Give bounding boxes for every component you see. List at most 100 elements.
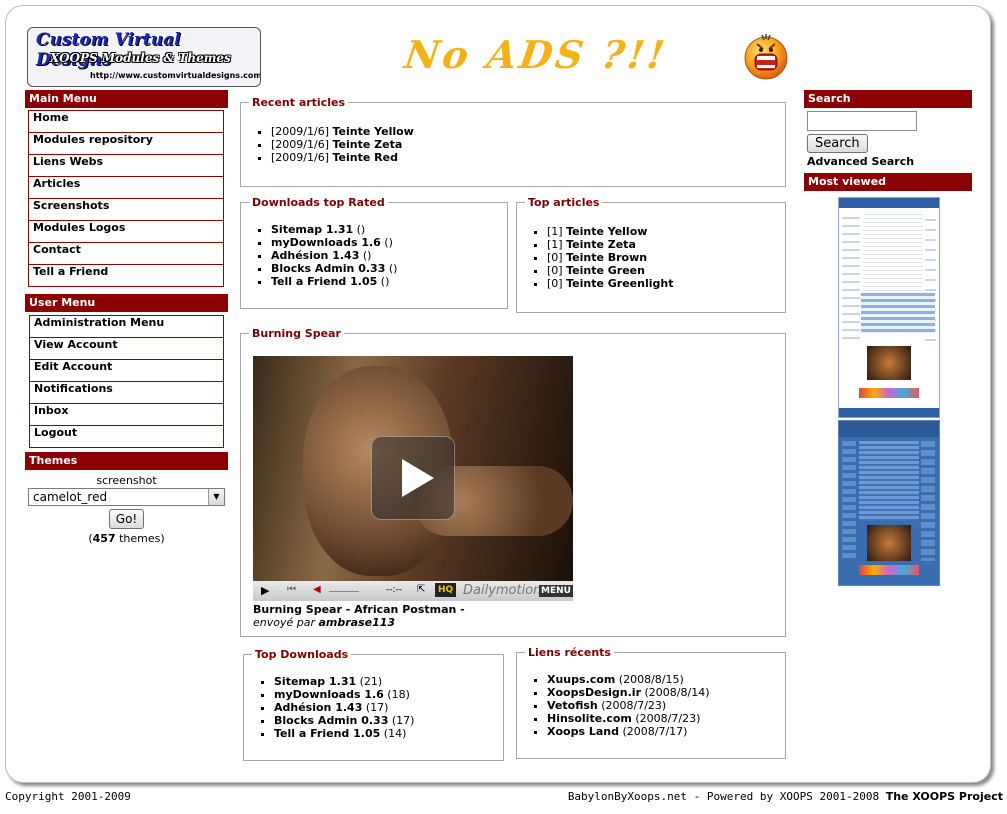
most-viewed-title: Most viewed xyxy=(804,173,972,191)
list-item[interactable]: [2009/1/6] Teinte Red xyxy=(271,151,785,164)
main-menu-item-modules-repository[interactable]: Modules repository xyxy=(29,132,223,154)
site-logo[interactable]: Custom Virtual Designs XOOPS Modules & T… xyxy=(27,27,261,87)
main-menu-item-contact[interactable]: Contact xyxy=(29,242,223,264)
video-sent-by: envoyé par ambrase113 xyxy=(253,616,395,629)
most-viewed-thumbnail-1[interactable] xyxy=(838,197,940,418)
list-item[interactable]: myDownloads 1.6 (18) xyxy=(274,688,503,701)
download-link[interactable]: Blocks Admin 0.33 xyxy=(271,262,385,275)
article-link[interactable]: Teinte Greenlight xyxy=(566,277,673,290)
main-menu-item-home[interactable]: Home xyxy=(29,110,223,132)
video-player[interactable]: ▶ ⏮ ◀ --:-- ⇱ HQ Dailymotion MENU xyxy=(253,356,573,601)
main-menu-item-liens-webs[interactable]: Liens Webs xyxy=(29,154,223,176)
link-date: (2008/7/17) xyxy=(618,725,688,738)
list-item[interactable]: [1] Teinte Yellow xyxy=(547,225,785,238)
article-link[interactable]: Teinte Brown xyxy=(566,251,647,264)
user-menu-item-notifications[interactable]: Notifications xyxy=(30,381,223,403)
main-menu-item-tell-a-friend[interactable]: Tell a Friend xyxy=(29,264,223,286)
main-menu-item-articles[interactable]: Articles xyxy=(29,176,223,198)
article-link[interactable]: Teinte Yellow xyxy=(566,225,647,238)
user-menu-list: Administration Menu View Account Edit Ac… xyxy=(29,315,224,448)
list-item[interactable]: [0] Teinte Brown xyxy=(547,251,785,264)
user-menu-item-administration[interactable]: Administration Menu xyxy=(30,315,223,337)
link-name[interactable]: Hinsolite.com xyxy=(547,712,632,725)
link-name[interactable]: XoopsDesign.ir xyxy=(547,686,641,699)
theme-go-button[interactable]: Go! xyxy=(108,509,145,529)
list-item[interactable]: Xuups.com (2008/8/15) xyxy=(547,673,785,686)
sent-by-user-link[interactable]: ambrase113 xyxy=(319,616,396,629)
link-date: (2008/8/15) xyxy=(615,673,684,686)
user-menu-item-inbox[interactable]: Inbox xyxy=(30,403,223,425)
main-menu-item-screenshots[interactable]: Screenshots xyxy=(29,198,223,220)
dailymotion-logo[interactable]: Dailymotion xyxy=(463,583,541,598)
article-link[interactable]: Teinte Zeta xyxy=(566,238,636,251)
download-link[interactable]: Tell a Friend 1.05 xyxy=(274,727,380,740)
previous-icon[interactable]: ⏮ xyxy=(287,584,296,595)
video-title-link[interactable]: Burning Spear - African Postman - xyxy=(253,603,465,616)
top-downloads-block: Top Downloads Sitemap 1.31 (21) myDownlo… xyxy=(243,648,504,761)
search-button[interactable]: Search xyxy=(807,134,868,153)
volume-slider[interactable] xyxy=(329,591,359,592)
download-rating: () xyxy=(380,236,393,249)
list-item[interactable]: Hinsolite.com (2008/7/23) xyxy=(547,712,785,725)
list-item[interactable]: [0] Teinte Greenlight xyxy=(547,277,785,290)
volume-icon[interactable]: ◀ xyxy=(313,584,321,595)
list-item[interactable]: Tell a Friend 1.05 (14) xyxy=(274,727,503,740)
list-item[interactable]: [2009/1/6] Teinte Yellow xyxy=(271,125,785,138)
main-menu-item-modules-logos[interactable]: Modules Logos xyxy=(29,220,223,242)
most-viewed-thumbnail-2[interactable] xyxy=(838,420,940,586)
link-name[interactable]: Vetofish xyxy=(547,699,598,712)
search-block: Search Search Advanced Search xyxy=(804,90,972,168)
user-menu-item-edit-account[interactable]: Edit Account xyxy=(30,359,223,381)
advanced-search-link[interactable]: Advanced Search xyxy=(807,155,972,168)
article-link[interactable]: Teinte Zeta xyxy=(333,138,403,151)
list-item[interactable]: myDownloads 1.6 () xyxy=(271,236,507,249)
hq-button[interactable]: HQ xyxy=(435,583,457,597)
chevron-down-icon[interactable]: ▼ xyxy=(208,489,224,505)
footer-copyright: Copyright 2001-2009 xyxy=(5,790,131,803)
list-item[interactable]: Sitemap 1.31 (21) xyxy=(274,675,503,688)
list-item[interactable]: Adhésion 1.43 () xyxy=(271,249,507,262)
user-menu-item-logout[interactable]: Logout xyxy=(30,425,223,447)
player-menu-button[interactable]: MENU xyxy=(539,585,573,597)
list-item[interactable]: Blocks Admin 0.33 (17) xyxy=(274,714,503,727)
article-count: [0] xyxy=(547,251,563,264)
user-menu-block: User Menu Administration Menu View Accou… xyxy=(25,294,228,448)
download-link[interactable]: Adhésion 1.43 xyxy=(274,701,362,714)
link-name[interactable]: Xoops Land xyxy=(547,725,619,738)
recent-articles-block: Recent articles [2009/1/6] Teinte Yellow… xyxy=(240,96,786,187)
download-count: (17) xyxy=(362,701,389,714)
list-item[interactable]: Tell a Friend 1.05 () xyxy=(271,275,507,288)
download-link[interactable]: myDownloads 1.6 xyxy=(274,688,384,701)
banner-text: No ADS ?!! xyxy=(401,32,671,77)
user-menu-item-view-account[interactable]: View Account xyxy=(30,337,223,359)
list-item[interactable]: Vetofish (2008/7/23) xyxy=(547,699,785,712)
fullscreen-icon[interactable]: ⇱ xyxy=(417,584,425,595)
footer-powered-text: BabylonByXoops.net - Powered by XOOPS 20… xyxy=(567,790,886,803)
download-link[interactable]: Sitemap 1.31 xyxy=(274,675,356,688)
article-link[interactable]: Teinte Yellow xyxy=(333,125,414,138)
list-item[interactable]: XoopsDesign.ir (2008/8/14) xyxy=(547,686,785,699)
xoops-project-link[interactable]: The XOOPS Project xyxy=(886,790,1003,803)
search-input[interactable] xyxy=(807,111,917,131)
play-button[interactable] xyxy=(371,436,455,520)
themes-count-suffix: themes) xyxy=(115,532,165,545)
article-link[interactable]: Teinte Green xyxy=(566,264,645,277)
list-item[interactable]: [1] Teinte Zeta xyxy=(547,238,785,251)
play-control-icon[interactable]: ▶ xyxy=(261,584,269,597)
download-link[interactable]: Sitemap 1.31 xyxy=(271,223,353,236)
list-item[interactable]: Sitemap 1.31 () xyxy=(271,223,507,236)
list-item[interactable]: Adhésion 1.43 (17) xyxy=(274,701,503,714)
theme-select[interactable]: camelot_red ▼ xyxy=(28,488,225,506)
download-link[interactable]: Tell a Friend 1.05 xyxy=(271,275,377,288)
list-item[interactable]: Blocks Admin 0.33 () xyxy=(271,262,507,275)
download-link[interactable]: myDownloads 1.6 xyxy=(271,236,381,249)
download-link[interactable]: Blocks Admin 0.33 xyxy=(274,714,388,727)
themes-block: Themes screenshot camelot_red ▼ Go! (457… xyxy=(25,452,228,545)
link-name[interactable]: Xuups.com xyxy=(547,673,615,686)
list-item[interactable]: Xoops Land (2008/7/17) xyxy=(547,725,785,738)
list-item[interactable]: [2009/1/6] Teinte Zeta xyxy=(271,138,785,151)
download-link[interactable]: Adhésion 1.43 xyxy=(271,249,359,262)
article-link[interactable]: Teinte Red xyxy=(333,151,398,164)
link-date: (2008/7/23) xyxy=(597,699,667,712)
list-item[interactable]: [0] Teinte Green xyxy=(547,264,785,277)
